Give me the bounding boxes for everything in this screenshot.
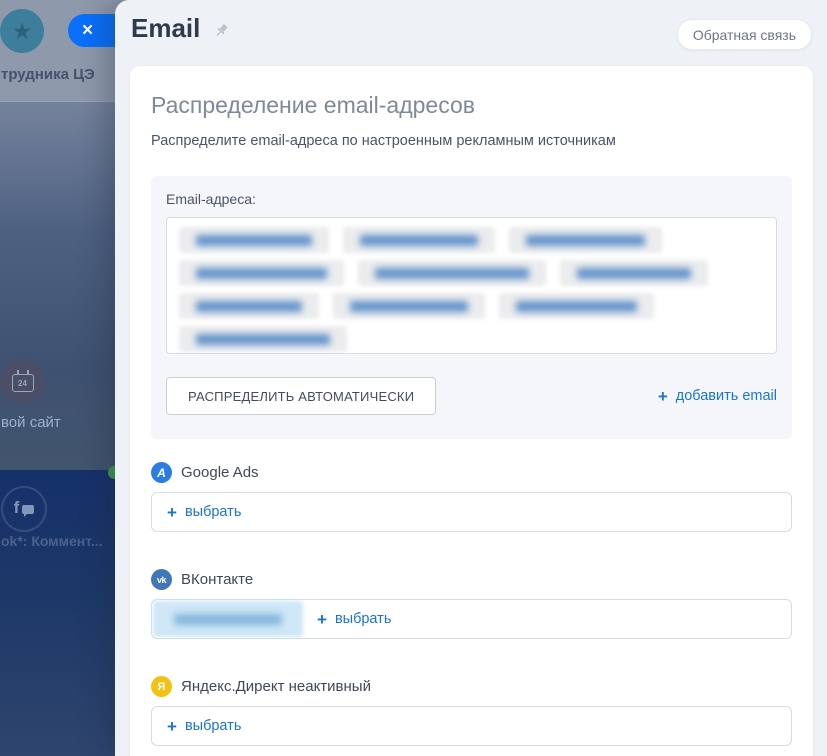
redacted-text bbox=[174, 614, 282, 625]
redacted-text bbox=[526, 235, 645, 246]
redacted-email-chip[interactable] bbox=[509, 227, 662, 253]
source-name: ВКонтакте bbox=[181, 571, 253, 588]
sidebar: ★ × трудника ЦЭ 24 вой сайт f ok*: Комме… bbox=[0, 0, 132, 756]
card-heading: Распределение email-адресов bbox=[151, 92, 792, 119]
source-section-vkontakte: vk ВКонтакте + выбрать bbox=[151, 569, 792, 639]
add-email-link[interactable]: + добавить email bbox=[658, 388, 777, 405]
source-header: vk ВКонтакте bbox=[151, 569, 792, 590]
app-window: ★ × трудника ЦЭ 24 вой сайт f ok*: Комме… bbox=[0, 0, 827, 756]
redacted-email-chip[interactable] bbox=[358, 260, 546, 286]
source-name: Google Ads bbox=[181, 464, 259, 481]
add-email-label: добавить email bbox=[676, 388, 777, 404]
redacted-text bbox=[196, 301, 302, 312]
email-actions-row: РАСПРЕДЕЛИТЬ АВТОМАТИЧЕСКИ + добавить em… bbox=[166, 377, 777, 415]
panel-header: Email Обратная связь bbox=[115, 0, 827, 66]
distribution-card: Распределение email-адресов Распределите… bbox=[130, 66, 813, 756]
facebook-icon: f bbox=[14, 498, 20, 518]
plus-icon: + bbox=[167, 718, 177, 735]
vk-redacted-chip[interactable] bbox=[153, 601, 303, 637]
redacted-text bbox=[360, 235, 478, 246]
sidebar-site-label: вой сайт bbox=[1, 414, 61, 431]
source-section-yandex-direct: Я Яндекс.Директ неактивный + выбрать bbox=[151, 676, 792, 746]
favorites-button[interactable]: ★ bbox=[0, 9, 44, 53]
redacted-email-chip[interactable] bbox=[179, 260, 344, 286]
redacted-text bbox=[196, 268, 327, 279]
plus-icon: + bbox=[167, 504, 177, 521]
source-section-google-ads: A Google Ads + выбрать bbox=[151, 462, 792, 532]
calendar-button[interactable]: 24 bbox=[0, 359, 45, 404]
plus-icon: + bbox=[317, 611, 327, 628]
select-label: выбрать bbox=[185, 504, 241, 520]
email-panel: Email Обратная связь Распределение email… bbox=[115, 0, 827, 756]
select-link-vk[interactable]: + выбрать bbox=[317, 611, 391, 628]
redacted-text bbox=[516, 301, 637, 312]
star-icon: ★ bbox=[12, 20, 33, 43]
vk-select-box[interactable]: + выбрать bbox=[151, 599, 792, 639]
vk-icon: vk bbox=[151, 569, 172, 590]
select-label: выбрать bbox=[335, 611, 391, 627]
sidebar-top-label: трудника ЦЭ bbox=[1, 66, 95, 83]
email-addresses-label: Email-адреса: bbox=[166, 191, 777, 207]
redacted-text bbox=[577, 268, 691, 279]
comment-bubble-icon bbox=[22, 505, 34, 514]
google-ads-icon: A bbox=[151, 462, 172, 483]
source-name: Яндекс.Директ неактивный bbox=[181, 678, 371, 695]
close-icon: × bbox=[82, 21, 93, 40]
sidebar-facebook-section: f ok*: Коммент... bbox=[0, 470, 132, 756]
redacted-text bbox=[350, 301, 468, 312]
redacted-email-chip[interactable] bbox=[179, 227, 329, 253]
select-label: выбрать bbox=[185, 718, 241, 734]
card-subheading: Распределите email-адреса по настроенным… bbox=[151, 133, 792, 149]
redacted-email-chip[interactable] bbox=[499, 293, 654, 319]
plus-icon: + bbox=[658, 388, 668, 405]
email-chips-box[interactable] bbox=[166, 217, 777, 354]
feedback-button-label: Обратная связь bbox=[693, 27, 796, 43]
panel-title: Email bbox=[131, 13, 200, 44]
redacted-email-chip[interactable] bbox=[343, 227, 495, 253]
pin-icon[interactable] bbox=[213, 22, 230, 39]
redacted-email-chip[interactable] bbox=[179, 293, 319, 319]
calendar-icon: 24 bbox=[12, 374, 34, 392]
redacted-email-chip[interactable] bbox=[333, 293, 485, 319]
source-header: Я Яндекс.Директ неактивный bbox=[151, 676, 792, 697]
select-link-yandex[interactable]: + выбрать bbox=[167, 718, 241, 735]
feedback-button[interactable]: Обратная связь bbox=[677, 19, 812, 50]
yandex-direct-icon: Я bbox=[151, 676, 172, 697]
source-header: A Google Ads bbox=[151, 462, 792, 483]
sidebar-top-section: ★ × трудника ЦЭ bbox=[0, 0, 132, 101]
calendar-day-label: 24 bbox=[18, 379, 27, 388]
sidebar-middle-section: 24 вой сайт bbox=[0, 101, 132, 471]
select-link-google[interactable]: + выбрать bbox=[167, 504, 241, 521]
email-addresses-block: Email-адреса: РАСПРЕДЕЛИТЬ АВТОМАТИЧЕСКИ… bbox=[151, 176, 792, 439]
panel-title-row: Email bbox=[131, 13, 230, 44]
redacted-email-chip[interactable] bbox=[179, 326, 347, 352]
redacted-text bbox=[196, 235, 312, 246]
redacted-email-chip[interactable] bbox=[560, 260, 708, 286]
distribute-automatically-button[interactable]: РАСПРЕДЕЛИТЬ АВТОМАТИЧЕСКИ bbox=[166, 377, 436, 415]
facebook-comments-button[interactable]: f bbox=[1, 486, 47, 532]
google-ads-select-box[interactable]: + выбрать bbox=[151, 492, 792, 532]
sidebar-facebook-label: ok*: Коммент... bbox=[1, 533, 103, 549]
yandex-select-box[interactable]: + выбрать bbox=[151, 706, 792, 746]
redacted-text bbox=[196, 334, 330, 345]
redacted-text bbox=[375, 268, 529, 279]
